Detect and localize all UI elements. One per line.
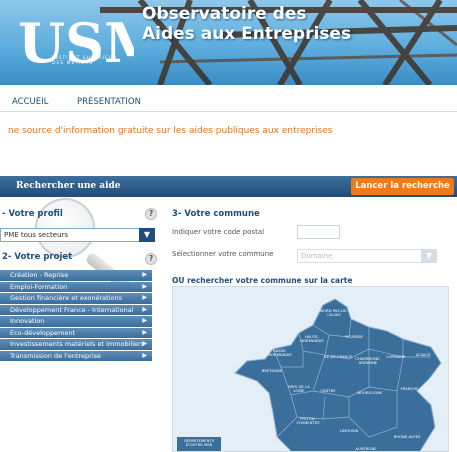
projet-item[interactable]: Création - Reprise ▶ [0, 270, 152, 281]
region-label[interactable]: BASSE-NORMANDIE [265, 348, 295, 358]
projet-title: 2- Votre projet [2, 252, 73, 262]
projet-item-label: Investissements matériels et immobiliers [10, 340, 145, 348]
region-label[interactable]: NORD PAS-DE-CALAIS [319, 308, 349, 318]
projet-item[interactable]: Eco-développement ▶ [0, 327, 152, 338]
region-label[interactable]: HAUTE-NORMANDIE [297, 334, 327, 344]
header-banner: USM INSTITUT SUPERIEUR DES MÉTIERS Obser… [0, 0, 457, 85]
help-icon[interactable]: ? [145, 208, 157, 220]
help-icon[interactable]: ? [145, 253, 157, 265]
region-label[interactable]: FRANCHE-COMTÉ [395, 386, 439, 391]
commune-title: 3- Votre commune [172, 209, 260, 219]
projet-item[interactable]: Innovation ▶ [0, 316, 152, 327]
commune-placeholder: Domaine [301, 252, 333, 260]
search-bar: Rechercher une aide Lancer la recherche [0, 176, 457, 197]
triangle-right-icon: ▶ [142, 305, 147, 313]
site-title: Observatoire des Aides aux Entreprises [142, 4, 351, 44]
projet-item[interactable]: Gestion financière et exonérations ▶ [0, 293, 152, 304]
projet-item-label: Innovation [10, 317, 45, 325]
chevron-down-icon: ▼ [139, 228, 155, 242]
launch-search-button[interactable]: Lancer la recherche [351, 178, 454, 195]
triangle-right-icon: ▶ [142, 328, 147, 336]
region-label[interactable]: AUVERGNE [351, 446, 381, 451]
region-label[interactable]: CENTRE [313, 388, 343, 393]
logo-subtitle: INSTITUT SUPERIEUR DES MÉTIERS [52, 56, 118, 66]
region-label[interactable]: BRETAGNE [257, 368, 287, 373]
triangle-right-icon: ▶ [142, 340, 147, 347]
main-nav: ACCUEIL PRÉSENTATION [0, 92, 457, 112]
search-label: Rechercher une aide [16, 181, 121, 191]
projet-item-label: Eco-développement [10, 328, 76, 337]
profil-selected-value: PME tous secteurs [4, 231, 69, 239]
projet-item-label: Création - Reprise [10, 271, 69, 279]
region-label[interactable]: POITOU-CHARENTES [291, 416, 325, 426]
profil-select[interactable]: PME tous secteurs ▼ [0, 228, 155, 242]
site-title-line-1: Observatoire des [142, 4, 307, 24]
france-map: NORD PAS-DE-CALAIS HAUTE-NORMANDIE PICAR… [172, 286, 449, 452]
region-label[interactable]: PICARDIE [339, 334, 369, 339]
projet-item-label: Développement France - International [10, 305, 134, 314]
logo-mark: USM [18, 11, 164, 75]
profil-title: - Votre profil [2, 209, 63, 219]
projet-item-label: Gestion financière et exonérations [10, 294, 122, 302]
region-label[interactable]: PAYS DE LA LOIRE [285, 384, 313, 394]
projet-item[interactable]: Développement France - International ▶ [0, 304, 152, 315]
postal-code-label: Indiquer votre code postal [172, 228, 265, 236]
region-label[interactable]: RHONE-ALPES [387, 434, 427, 439]
projet-item[interactable]: Investissements matériels et immobiliers… [0, 339, 152, 350]
commune-select[interactable]: Domaine ▼ [297, 249, 437, 263]
site-title-line-2: Aides aux Entreprises [142, 24, 352, 44]
projet-item-label: Emploi-Formation [10, 282, 68, 291]
chevron-down-icon: ▼ [421, 249, 437, 263]
triangle-right-icon: ▶ [142, 317, 147, 324]
map-title: OU rechercher votre commune sur la carte [172, 276, 353, 285]
triangle-right-icon: ▶ [142, 351, 147, 359]
projet-list: Création - Reprise ▶ Emploi-Formation ▶ Gest… [0, 270, 152, 362]
projet-item[interactable]: Transmission de l'entreprise ▶ [0, 350, 152, 361]
region-label[interactable]: LORRAINE [381, 354, 411, 359]
triangle-right-icon: ▶ [142, 282, 147, 290]
projet-item-label: Transmission de l'entreprise [10, 351, 102, 360]
projet-item[interactable]: Emploi-Formation ▶ [0, 281, 152, 292]
region-label[interactable]: ALSACE [411, 352, 435, 357]
region-label[interactable]: DÉPARTEMENTS D'OUTRE-MER [179, 438, 219, 448]
triangle-right-icon: ▶ [142, 294, 147, 301]
region-label[interactable]: LIMOUSIN [333, 428, 365, 433]
commune-label: Sélectionner votre commune [172, 250, 274, 258]
postal-code-input[interactable] [297, 225, 340, 239]
usm-logo[interactable]: USM [14, 6, 164, 78]
region-label[interactable]: BOURGOGNE [353, 390, 387, 395]
tagline: ne source d'information gratuite sur les… [8, 126, 333, 136]
triangle-right-icon: ▶ [142, 271, 147, 278]
nav-item-presentation[interactable]: PRÉSENTATION [77, 97, 141, 107]
france-map-shape[interactable] [173, 287, 449, 452]
nav-item-accueil[interactable]: ACCUEIL [12, 97, 48, 107]
